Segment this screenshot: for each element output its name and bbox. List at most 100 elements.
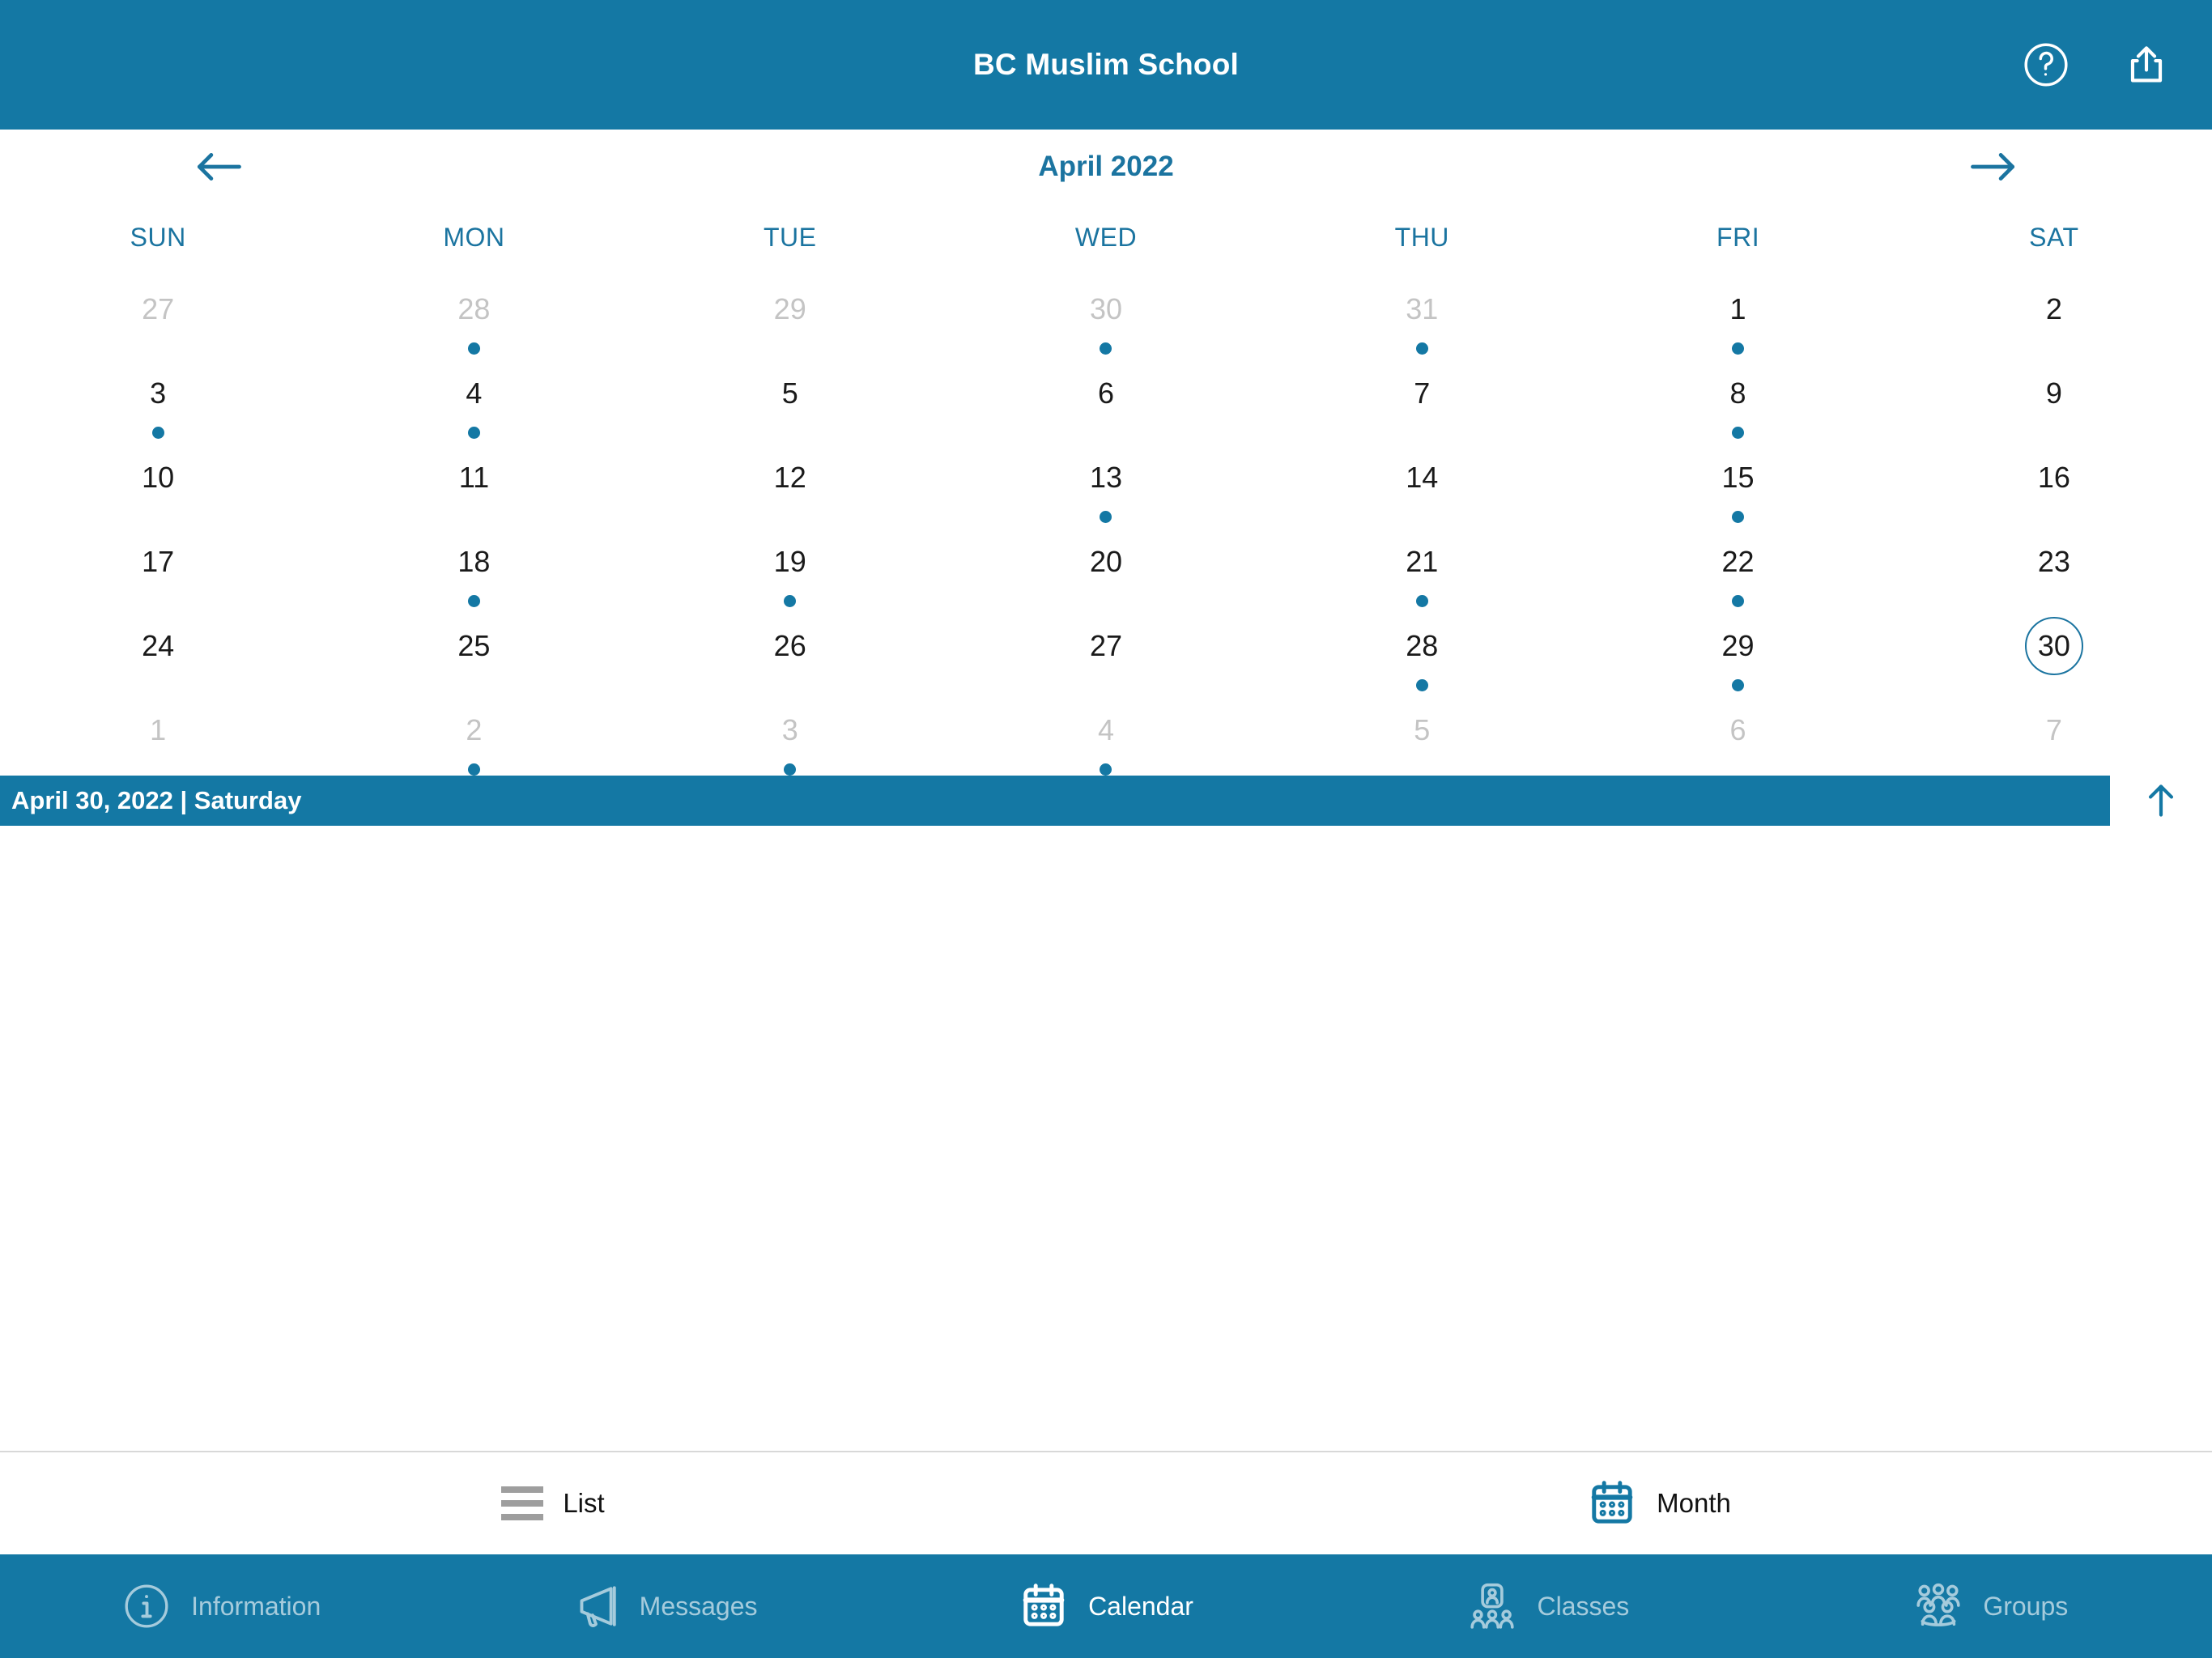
- day-number: 30: [2024, 617, 2083, 675]
- calendar-day-cell[interactable]: 10: [0, 439, 316, 523]
- calendar-day-cell[interactable]: 14: [1264, 439, 1580, 523]
- calendar-day-cell[interactable]: 5: [1264, 691, 1580, 776]
- calendar-day-cell[interactable]: 1: [0, 691, 316, 776]
- day-number: 4: [1097, 713, 1114, 746]
- event-dot-indicator: [467, 427, 480, 439]
- view-switcher: List Month: [0, 1451, 2212, 1554]
- calendar-day-cell[interactable]: 6: [1580, 691, 1895, 776]
- calendar-day-cell[interactable]: 7: [1264, 355, 1580, 439]
- view-option-month[interactable]: Month: [1106, 1478, 2212, 1528]
- day-number: 24: [142, 629, 175, 662]
- calendar-icon: [1019, 1581, 1069, 1631]
- day-number: 1: [1729, 292, 1746, 325]
- calendar-day-cell[interactable]: 26: [632, 607, 948, 691]
- calendar-day-cell[interactable]: 18: [316, 523, 632, 607]
- selected-date-bar[interactable]: April 30, 2022 | Saturday: [0, 776, 2110, 826]
- day-number: 10: [142, 461, 175, 494]
- app-header: BC Muslim School: [0, 0, 2212, 130]
- day-number: 29: [773, 292, 806, 325]
- weekday-label-thu: THU: [1394, 222, 1449, 252]
- calendar-day-cell[interactable]: 13: [948, 439, 1264, 523]
- calendar-day-cell[interactable]: 28: [316, 270, 632, 355]
- calendar-day-cell[interactable]: 29: [632, 270, 948, 355]
- help-button[interactable]: [2019, 38, 2073, 91]
- calendar-day-cell[interactable]: 7: [1896, 691, 2212, 776]
- tab-label: Groups: [1983, 1591, 2069, 1621]
- day-number: 5: [781, 376, 798, 410]
- calendar-month-icon: [1587, 1478, 1637, 1528]
- weekday-label-wed: WED: [1074, 222, 1138, 252]
- day-number: 12: [773, 461, 806, 494]
- weekday-label-sun: SUN: [130, 222, 186, 252]
- calendar-day-cell[interactable]: 15: [1580, 439, 1895, 523]
- day-number: 8: [1729, 376, 1746, 410]
- header-actions: [2019, 0, 2173, 130]
- calendar-day-cell[interactable]: 31: [1264, 270, 1580, 355]
- calendar-day-cell[interactable]: 22: [1580, 523, 1895, 607]
- day-number: 11: [458, 461, 490, 494]
- event-list-area: [0, 826, 2212, 1451]
- calendar-day-cell[interactable]: 9: [1896, 355, 2212, 439]
- calendar-day-cell[interactable]: 29: [1580, 607, 1895, 691]
- calendar-day-cell[interactable]: 27: [948, 607, 1264, 691]
- share-button[interactable]: [2120, 38, 2173, 91]
- tab-calendar[interactable]: Calendar: [885, 1581, 1327, 1631]
- event-dot-indicator: [1100, 763, 1112, 776]
- calendar-day-cell[interactable]: 5: [632, 355, 948, 439]
- day-number: 19: [773, 545, 806, 578]
- calendar-day-cell[interactable]: 2: [1896, 270, 2212, 355]
- previous-month-button[interactable]: [182, 138, 255, 195]
- calendar-day-cell[interactable]: 4: [948, 691, 1264, 776]
- next-month-button[interactable]: [1957, 138, 2030, 195]
- page-title: BC Muslim School: [973, 48, 1239, 81]
- tab-information[interactable]: Information: [0, 1581, 442, 1631]
- calendar-day-cell[interactable]: 28: [1264, 607, 1580, 691]
- day-number: 14: [1406, 461, 1439, 494]
- weekday-header: SUN MON TUE WED THU FRI SAT: [0, 204, 2212, 270]
- day-number: 3: [781, 713, 798, 746]
- calendar-day-cell[interactable]: 27: [0, 270, 316, 355]
- tab-classes[interactable]: Classes: [1327, 1581, 1769, 1631]
- calendar-day-cell[interactable]: 12: [632, 439, 948, 523]
- tab-icon-wrapper: [1019, 1581, 1069, 1631]
- event-dot-indicator: [1732, 342, 1745, 355]
- calendar-day-cell[interactable]: 24: [0, 607, 316, 691]
- weekday-label-tue: TUE: [763, 222, 817, 252]
- day-number: 1: [150, 713, 167, 746]
- calendar-day-cell[interactable]: 8: [1580, 355, 1895, 439]
- calendar-day-cell[interactable]: 30: [948, 270, 1264, 355]
- weekday-label-sat: SAT: [2029, 222, 2079, 252]
- calendar-day-cell[interactable]: 21: [1264, 523, 1580, 607]
- tab-messages[interactable]: Messages: [442, 1581, 884, 1631]
- calendar-day-cell[interactable]: 25: [316, 607, 632, 691]
- day-number: 13: [1089, 461, 1122, 494]
- calendar-day-cell[interactable]: 17: [0, 523, 316, 607]
- tab-groups[interactable]: Groups: [1770, 1581, 2212, 1631]
- calendar-day-cell[interactable]: 3: [632, 691, 948, 776]
- calendar-day-cell[interactable]: 19: [632, 523, 948, 607]
- calendar-day-cell[interactable]: 20: [948, 523, 1264, 607]
- event-dot-indicator: [1415, 595, 1428, 607]
- calendar-day-cell[interactable]: 11: [316, 439, 632, 523]
- calendar-day-cell[interactable]: 6: [948, 355, 1264, 439]
- event-dot-indicator: [1100, 342, 1112, 355]
- day-number: 27: [1089, 629, 1122, 662]
- selected-date-label: April 30, 2022 | Saturday: [11, 786, 302, 814]
- calendar-day-cell[interactable]: 2: [316, 691, 632, 776]
- tab-icon-wrapper: [1467, 1581, 1517, 1631]
- calendar-day-cell[interactable]: 1: [1580, 270, 1895, 355]
- view-option-label: List: [563, 1488, 605, 1518]
- calendar-day-cell[interactable]: 23: [1896, 523, 2212, 607]
- calendar-day-cell[interactable]: 4: [316, 355, 632, 439]
- calendar-day-cell[interactable]: 30: [1896, 607, 2212, 691]
- tab-label: Calendar: [1088, 1591, 1193, 1621]
- calendar-day-cell[interactable]: 3: [0, 355, 316, 439]
- event-dot-indicator: [151, 427, 164, 439]
- view-option-list[interactable]: List: [0, 1486, 1106, 1520]
- event-dot-indicator: [1732, 427, 1745, 439]
- calendar-day-cell[interactable]: 16: [1896, 439, 2212, 523]
- day-number: 6: [1729, 713, 1746, 746]
- tab-icon-wrapper: [121, 1581, 172, 1631]
- help-circle-icon: [2024, 43, 2068, 87]
- collapse-events-button[interactable]: [2110, 776, 2212, 826]
